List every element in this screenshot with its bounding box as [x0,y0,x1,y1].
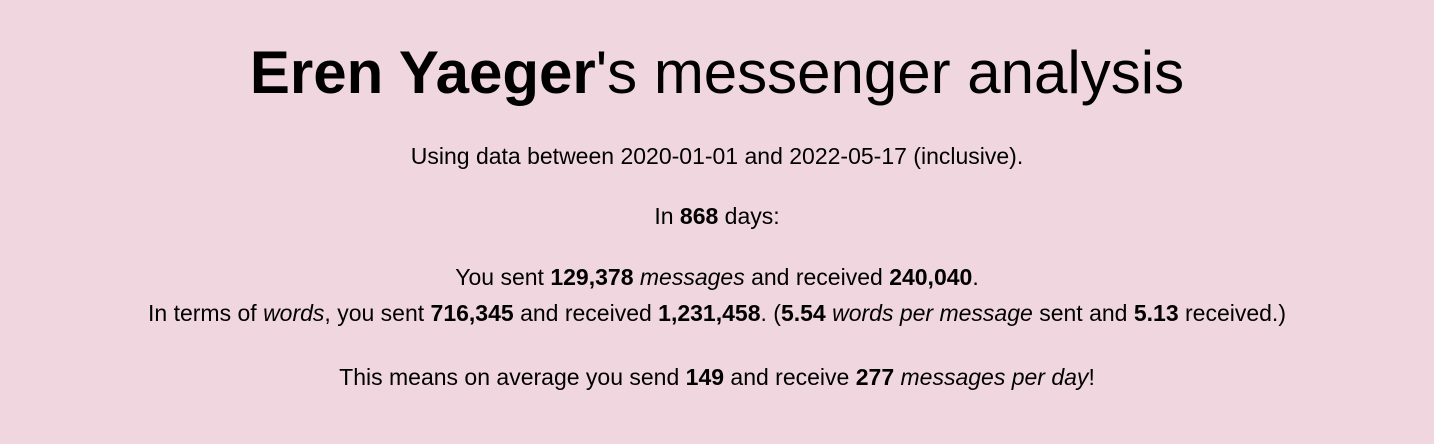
end-date: 2022-05-17 [789,143,907,169]
words-per-message-sent: 5.54 [780,300,826,326]
average-send: 149 [685,364,725,390]
messages-text: You sent 129,378 messages and received 2… [455,264,979,290]
words-text: In terms of words, you sent 716,345 and … [148,300,1286,326]
words-per-message-received: 5.13 [1133,300,1179,326]
average-text: This means on average you send 149 and r… [339,364,1095,390]
page-title: Eren Yaeger's messenger analysis [0,37,1434,109]
messages-unit: messages [639,264,745,290]
messages-sent: 129,378 [550,264,634,290]
average-unit: messages per day [900,364,1089,390]
words-sent: 716,345 [430,300,514,326]
title-suffix: 's messenger analysis [595,39,1185,106]
user-name: Eren Yaeger [249,39,596,106]
words-unit: words [263,300,325,326]
analysis-page: Eren Yaeger's messenger analysis Using d… [0,0,1434,444]
words-per-message-unit: words per message [832,300,1033,326]
days-text: In 868 days: [654,203,780,229]
average-receive: 277 [855,364,895,390]
messages-received: 240,040 [889,264,973,290]
days-count: 868 [679,203,719,229]
words-received: 1,231,458 [658,300,761,326]
start-date: 2020-01-01 [620,143,739,169]
date-range-text: Using data between 2020-01-01 and 2022-0… [410,143,1024,169]
